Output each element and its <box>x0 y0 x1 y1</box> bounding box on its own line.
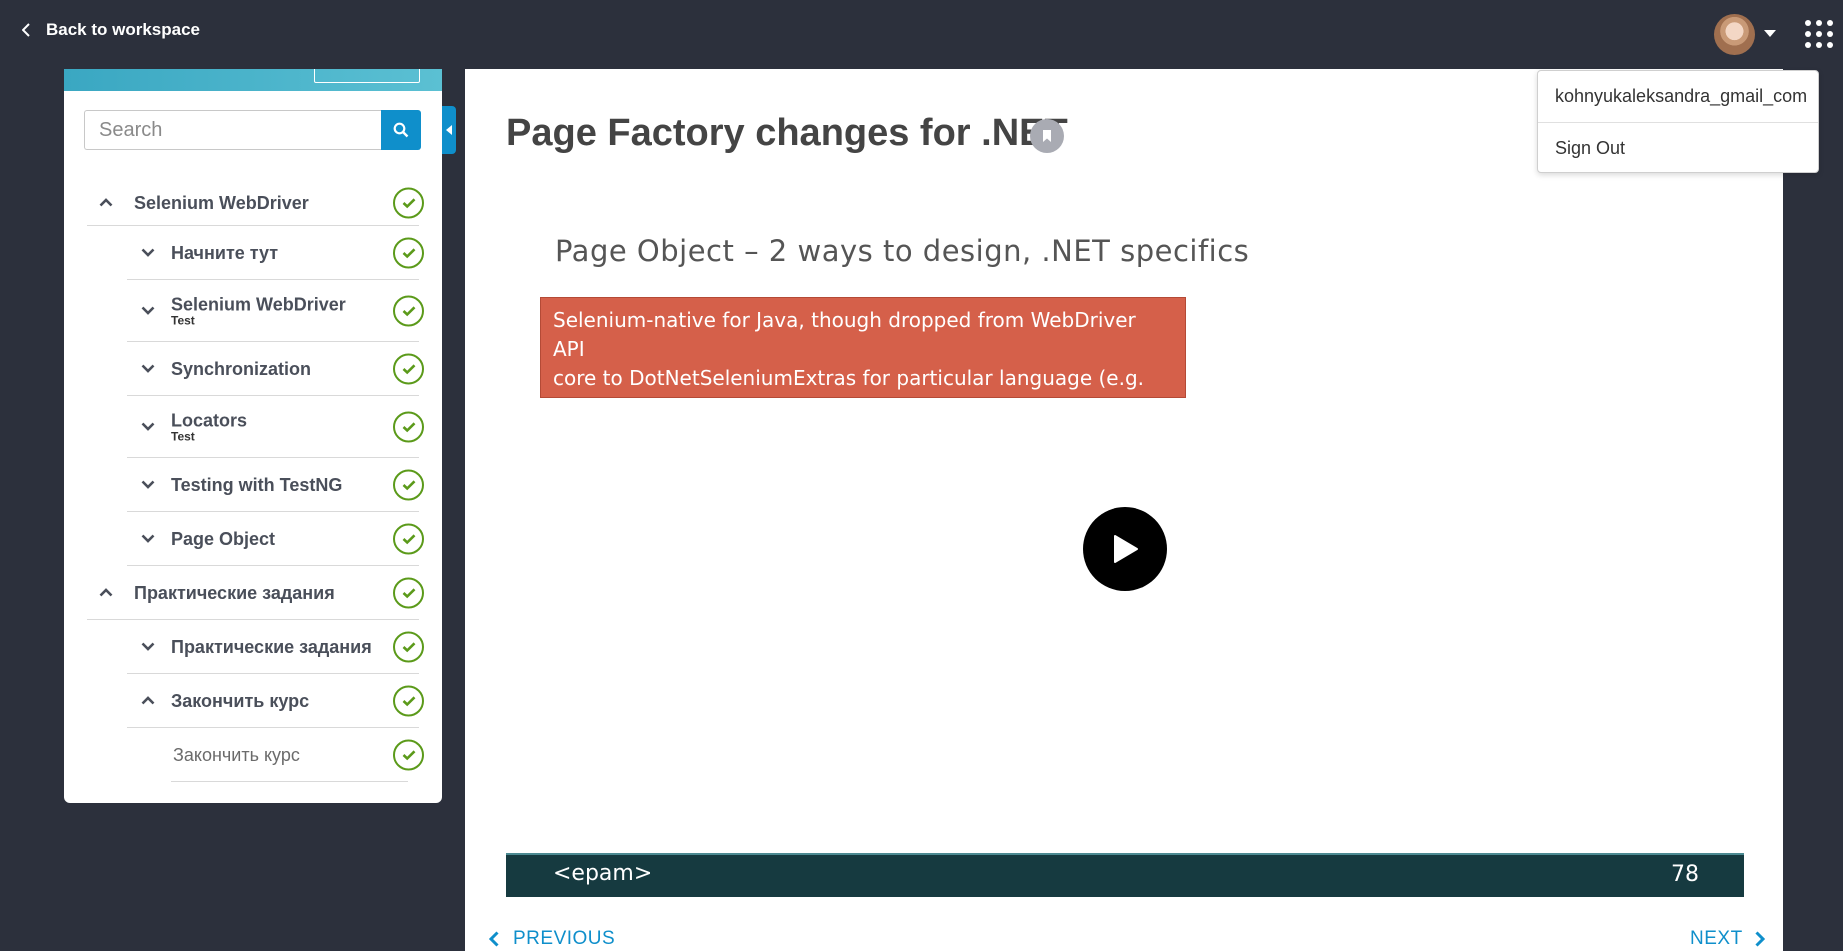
sidebar-item[interactable]: Практические задания <box>127 620 424 674</box>
completed-check-icon <box>393 523 424 554</box>
sign-out-item[interactable]: Sign Out <box>1538 122 1818 173</box>
next-label: NEXT <box>1690 928 1743 949</box>
previous-button[interactable]: PREVIOUS <box>489 928 615 950</box>
chevron-down-icon[interactable] <box>1764 30 1776 37</box>
sidebar-item-label: Практические задания <box>171 636 372 657</box>
sidebar-item-label: Locators <box>171 410 248 430</box>
collapse-sidebar-button[interactable] <box>442 106 456 154</box>
completed-check-icon <box>393 631 424 662</box>
sidebar-item[interactable]: Закончить курс <box>127 674 424 728</box>
sidebar-item[interactable]: Selenium WebDriver <box>87 180 424 226</box>
sidebar-item-label: Закончить курс <box>171 690 310 711</box>
chevron-down-icon[interactable] <box>138 420 158 434</box>
top-bar: Back to workspace <box>0 0 1843 69</box>
chevron-up-icon[interactable] <box>96 196 116 210</box>
chevron-left-icon <box>22 23 30 37</box>
sidebar-item[interactable]: Практические задания <box>87 566 424 620</box>
sidebar-item-label: Начните тут <box>171 242 279 263</box>
next-button[interactable]: NEXT <box>1690 928 1765 950</box>
sidebar-item-label: Selenium WebDriver <box>134 192 309 213</box>
callout-line: core to DotNetSeleniumExtras for particu… <box>553 366 1145 419</box>
callout-line: Selenium-native for Java, though dropped… <box>553 308 1136 361</box>
sidebar-item[interactable]: Page Object <box>127 512 424 566</box>
search-input[interactable] <box>84 110 381 150</box>
sidebar-search <box>84 110 421 150</box>
sidebar-item[interactable]: Начните тут <box>127 226 424 280</box>
sidebar-item[interactable]: Locators Test <box>127 396 424 458</box>
user-email-item[interactable]: kohnyukaleksandra_gmail_com <box>1538 71 1818 122</box>
caret-left-icon <box>446 125 452 135</box>
banner-button[interactable] <box>314 69 420 83</box>
completed-check-icon <box>393 295 424 326</box>
back-to-workspace-link[interactable]: Back to workspace <box>22 20 200 40</box>
sidebar-item[interactable]: Synchronization <box>127 342 424 396</box>
bookmark-icon <box>1043 130 1051 142</box>
slide-number: 78 <box>1671 862 1699 887</box>
search-button[interactable] <box>381 110 421 150</box>
epam-logo: <epam> <box>553 861 653 886</box>
back-label: Back to workspace <box>46 20 201 39</box>
play-icon <box>1114 535 1138 563</box>
callout-line: C# starting from ver. 3.11 as causing is… <box>553 424 1128 448</box>
sidebar-item-sublabel: Test <box>171 429 195 443</box>
completed-check-icon <box>393 469 424 500</box>
completed-check-icon <box>393 411 424 442</box>
previous-label: PREVIOUS <box>513 928 616 949</box>
avatar[interactable] <box>1714 14 1755 55</box>
sidebar-item-label: Практические задания <box>134 582 335 603</box>
sidebar-item-label: Synchronization <box>171 358 312 379</box>
completed-check-icon <box>393 577 424 608</box>
sidebar-item[interactable]: Testing with TestNG <box>127 458 424 512</box>
sidebar-item-label: Page Object <box>171 528 276 549</box>
apps-grid-icon[interactable] <box>1805 20 1833 48</box>
play-button[interactable] <box>1083 507 1167 591</box>
slide-title: Page Object – 2 ways to design, .NET spe… <box>555 234 1250 268</box>
chevron-down-icon[interactable] <box>138 246 158 260</box>
chevron-up-icon[interactable] <box>96 586 116 600</box>
completed-check-icon <box>393 187 424 218</box>
chevron-down-icon[interactable] <box>138 304 158 318</box>
completed-check-icon <box>393 237 424 268</box>
chevron-down-icon[interactable] <box>138 640 158 654</box>
chevron-right-icon <box>1755 931 1765 947</box>
sidebar-banner <box>64 69 442 91</box>
page-title: Page Factory changes for .NET <box>506 112 1068 154</box>
chevron-up-icon[interactable] <box>138 694 158 708</box>
sidebar-item[interactable]: Selenium WebDriver Test <box>127 280 424 342</box>
slide-callout: Selenium-native for Java, though dropped… <box>540 297 1186 448</box>
sidebar-item-label: Testing with TestNG <box>171 474 343 495</box>
sidebar-item-sublabel: Test <box>171 313 195 327</box>
bookmark-button[interactable] <box>1030 119 1064 153</box>
completed-check-icon <box>393 353 424 384</box>
completed-check-icon <box>393 739 424 770</box>
chevron-down-icon[interactable] <box>138 362 158 376</box>
sidebar-item-label: Selenium WebDriver <box>171 294 346 314</box>
completed-check-icon <box>393 685 424 716</box>
chevron-down-icon[interactable] <box>138 478 158 492</box>
chevron-left-icon <box>489 931 499 947</box>
sidebar-item[interactable]: Закончить курс <box>171 728 424 782</box>
sidebar-item-label: Закончить курс <box>173 744 300 765</box>
user-menu-dropdown: kohnyukaleksandra_gmail_com Sign Out <box>1537 70 1819 173</box>
chevron-down-icon[interactable] <box>138 532 158 546</box>
search-icon <box>393 122 409 138</box>
slide-footer <box>506 853 1744 897</box>
